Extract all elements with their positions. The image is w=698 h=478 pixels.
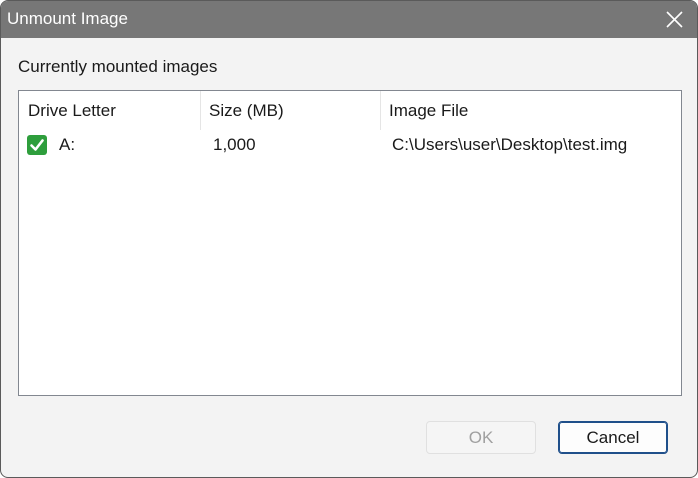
column-header-image-file[interactable]: Image File (380, 91, 680, 130)
column-header-size[interactable]: Size (MB) (200, 91, 380, 130)
table-row[interactable]: A: 1,000 C:\Users\user\Desktop\test.img (19, 131, 681, 161)
unmount-image-dialog: Unmount Image Currently mounted images D… (0, 0, 698, 478)
drive-letter-cell: A: (59, 135, 76, 154)
mounted-images-list[interactable]: Drive Letter Size (MB) Image File A: 1,0… (18, 90, 682, 396)
mounted-images-label: Currently mounted images (18, 57, 218, 76)
green-check-icon (27, 135, 47, 155)
cancel-button[interactable]: Cancel (558, 421, 668, 454)
column-header-drive-letter[interactable]: Drive Letter (19, 91, 200, 130)
list-header: Drive Letter Size (MB) Image File (19, 91, 681, 130)
size-cell: 1,000 (213, 135, 256, 154)
close-icon (666, 11, 683, 28)
window-title: Unmount Image (7, 9, 128, 28)
ok-button[interactable]: OK (426, 421, 536, 454)
title-bar[interactable]: Unmount Image (1, 1, 697, 38)
image-file-cell: C:\Users\user\Desktop\test.img (392, 135, 628, 154)
close-button[interactable] (651, 1, 697, 38)
